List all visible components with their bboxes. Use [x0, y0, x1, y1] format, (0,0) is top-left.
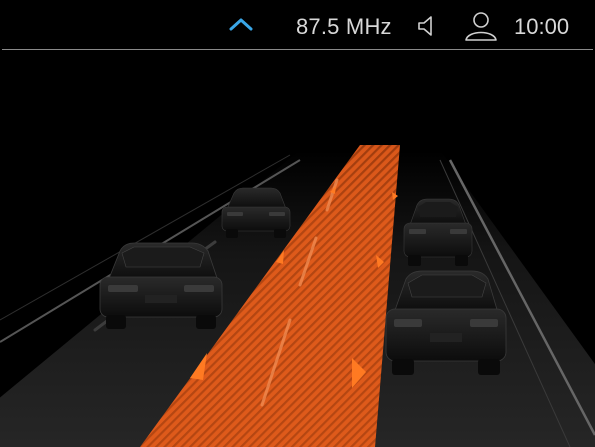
driver-assist-screen: 87.5 MHz 10:00	[0, 0, 595, 447]
horizon-fade	[0, 50, 595, 270]
road-scene	[0, 50, 595, 447]
radio-frequency[interactable]: 87.5 MHz	[296, 14, 392, 40]
chevron-up-icon[interactable]	[226, 12, 256, 38]
user-icon[interactable]	[464, 10, 498, 42]
status-bar: 87.5 MHz 10:00	[0, 0, 595, 50]
clock: 10:00	[514, 14, 570, 39]
speaker-icon[interactable]	[416, 14, 440, 38]
vehicle-right-near	[385, 270, 507, 375]
